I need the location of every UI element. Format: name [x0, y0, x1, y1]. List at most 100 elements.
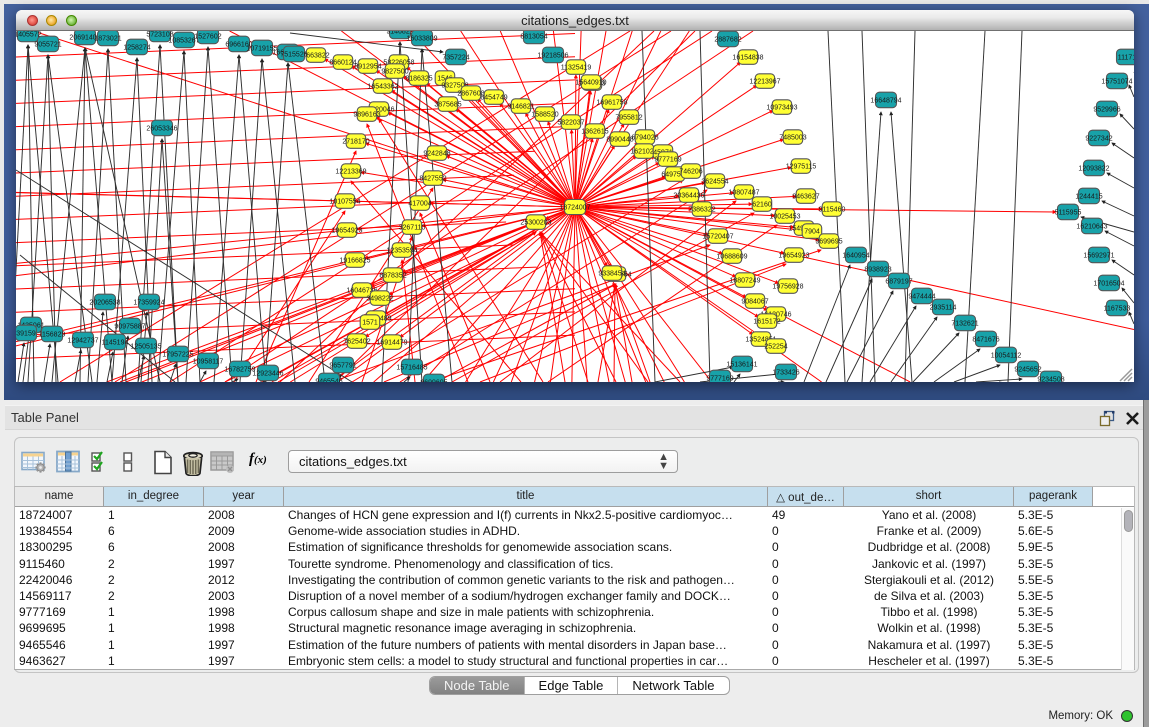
svg-text:3267110: 3267110: [399, 225, 426, 232]
svg-text:19654923: 19654923: [331, 228, 362, 235]
svg-text:7132621: 7132621: [951, 321, 978, 328]
svg-text:9115460: 9115460: [819, 207, 846, 214]
svg-text:7904: 7904: [804, 229, 820, 236]
svg-text:16961758: 16961758: [596, 100, 627, 107]
svg-text:12353594: 12353594: [386, 248, 417, 255]
svg-text:3875685: 3875685: [434, 102, 461, 109]
svg-text:9896163: 9896163: [353, 112, 380, 119]
svg-text:12975115: 12975115: [786, 164, 817, 171]
svg-text:10025453: 10025453: [769, 214, 800, 221]
svg-text:8186325: 8186325: [405, 76, 432, 83]
svg-text:7625402: 7625402: [343, 339, 370, 346]
svg-text:39159: 39159: [16, 331, 36, 338]
svg-text:9227342: 9227342: [1085, 136, 1112, 143]
svg-text:11325419: 11325419: [561, 65, 592, 72]
svg-text:746206: 746206: [679, 169, 702, 176]
svg-text:1167533: 1167533: [1104, 306, 1131, 313]
svg-text:1640954: 1640954: [842, 253, 869, 260]
svg-text:10054112: 10054112: [991, 353, 1022, 360]
svg-text:15692971: 15692971: [1083, 253, 1114, 260]
svg-text:25300203: 25300203: [520, 220, 551, 227]
svg-text:252254: 252254: [764, 344, 787, 351]
svg-text:19756928: 19756928: [772, 284, 803, 291]
svg-text:18807249: 18807249: [729, 278, 760, 285]
svg-text:16648794: 16648794: [870, 98, 901, 105]
svg-text:1145194: 1145194: [102, 340, 129, 347]
svg-text:8660124: 8660124: [329, 60, 356, 67]
svg-text:9146821: 9146821: [507, 104, 534, 111]
svg-text:16033809: 16033809: [406, 36, 437, 43]
svg-text:9777169: 9777169: [654, 157, 681, 164]
svg-text:9338454: 9338454: [598, 271, 625, 278]
svg-text:7515526: 7515526: [280, 52, 307, 59]
svg-text:17957225: 17957225: [162, 352, 193, 359]
svg-text:62160: 62160: [752, 202, 772, 209]
svg-text:9777169: 9777169: [706, 376, 733, 382]
svg-text:12093822: 12093822: [1078, 166, 1109, 173]
svg-text:1733426: 1733426: [772, 370, 799, 377]
svg-text:8878352: 8878352: [379, 273, 406, 280]
svg-text:8990448: 8990448: [606, 137, 633, 144]
svg-text:26053346: 26053346: [146, 126, 177, 133]
svg-text:3498222: 3498222: [366, 296, 393, 303]
svg-text:16210643: 16210643: [1076, 224, 1107, 231]
svg-text:9657791: 9657791: [329, 363, 356, 370]
svg-text:12213369: 12213369: [335, 169, 366, 176]
svg-text:8912954: 8912954: [354, 64, 381, 71]
svg-text:15136141: 15136141: [726, 362, 757, 369]
svg-text:7386322: 7386322: [688, 207, 715, 214]
svg-text:1258274: 1258274: [123, 45, 150, 52]
svg-text:8454749: 8454749: [480, 95, 507, 102]
svg-text:1873021: 1873021: [94, 36, 121, 43]
svg-text:12942737: 12942737: [67, 338, 98, 345]
svg-text:90975887: 90975887: [114, 324, 145, 331]
svg-text:1588520: 1588520: [531, 112, 558, 119]
svg-text:6879197: 6879197: [885, 279, 912, 286]
svg-text:1615172: 1615172: [753, 319, 780, 326]
svg-text:20364436: 20364436: [673, 193, 704, 200]
svg-text:19166825: 19166825: [339, 258, 370, 265]
svg-text:16543362: 16543362: [367, 84, 398, 91]
svg-text:8938923: 8938923: [864, 267, 891, 274]
svg-text:7485003: 7485003: [779, 135, 806, 142]
svg-text:1156829: 1156829: [39, 332, 66, 339]
svg-text:12213967: 12213967: [749, 79, 780, 86]
svg-text:1362615: 1362615: [581, 129, 608, 136]
svg-text:9055721: 9055721: [34, 42, 61, 49]
svg-text:17016504: 17016504: [1093, 281, 1124, 288]
svg-text:9699695: 9699695: [420, 380, 447, 382]
svg-text:1527602: 1527602: [194, 34, 221, 41]
svg-text:8813054: 8813054: [520, 34, 547, 41]
svg-text:7357224: 7357224: [442, 55, 469, 62]
svg-text:12505135: 12505135: [130, 344, 161, 351]
svg-text:9474444: 9474444: [908, 294, 935, 301]
svg-text:1244415: 1244415: [1075, 194, 1102, 201]
svg-text:6794028: 6794028: [631, 135, 658, 142]
svg-text:10958117: 10958117: [193, 359, 224, 366]
svg-text:15720407: 15720407: [702, 234, 733, 241]
svg-text:10688609: 10688609: [716, 254, 747, 261]
svg-text:9084067: 9084067: [741, 299, 768, 306]
svg-text:10973493: 10973493: [766, 105, 797, 112]
svg-text:16914479: 16914479: [376, 340, 407, 347]
svg-text:9699695: 9699695: [815, 239, 842, 246]
svg-text:9463627: 9463627: [792, 194, 819, 201]
svg-text:15751074: 15751074: [1101, 79, 1132, 86]
svg-text:8427552: 8427552: [419, 176, 446, 183]
svg-text:17359924: 17359924: [133, 300, 164, 307]
svg-text:10807487: 10807487: [728, 190, 759, 197]
svg-text:9465546: 9465546: [315, 379, 342, 382]
svg-text:1571: 1571: [362, 320, 378, 327]
svg-text:417004: 417004: [408, 201, 431, 208]
svg-text:11171: 11171: [1118, 55, 1134, 62]
svg-text:5822037: 5822037: [557, 120, 584, 127]
svg-text:18724007: 18724007: [559, 205, 590, 212]
svg-text:10107554: 10107554: [329, 199, 360, 206]
svg-text:2887682: 2887682: [714, 37, 741, 44]
svg-text:3624554: 3624554: [701, 179, 728, 186]
svg-text:19218506: 19218506: [537, 53, 568, 60]
svg-text:19654923: 19654923: [778, 253, 809, 260]
svg-text:15640910: 15640910: [575, 80, 606, 87]
svg-text:5115955: 5115955: [1055, 210, 1082, 217]
svg-text:9827500: 9827500: [381, 69, 408, 76]
